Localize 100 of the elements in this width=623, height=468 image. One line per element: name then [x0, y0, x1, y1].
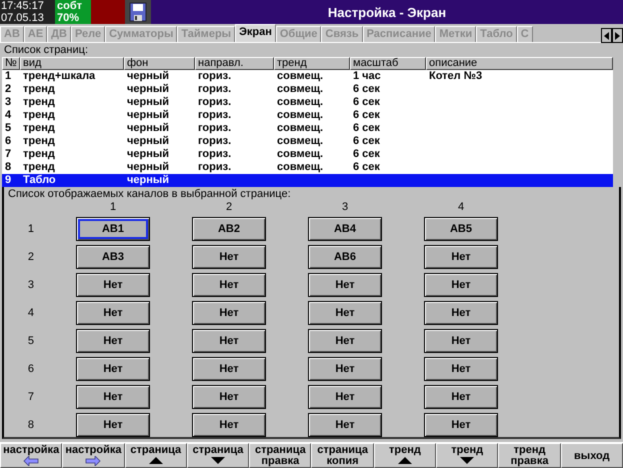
table-cell-text: гориз. — [197, 96, 232, 109]
channel-button[interactable]: Нет — [76, 357, 150, 381]
channel-button[interactable]: Нет — [308, 357, 382, 381]
table-cell-text: гориз. — [197, 122, 232, 135]
table-cell-text: гориз. — [197, 109, 232, 122]
channel-button[interactable]: Нет — [424, 245, 498, 269]
channel-button[interactable]: АВ5 — [424, 217, 498, 241]
triangle-down-icon — [211, 456, 226, 464]
row-number: 2 — [26, 251, 34, 263]
table-cell-text: совмещ. — [276, 161, 324, 174]
table-cell-text: 6 сек — [352, 148, 381, 161]
table-cell-text: гориз. — [197, 148, 232, 161]
column-header: описание — [426, 57, 613, 70]
channel-button[interactable]: Нет — [76, 385, 150, 409]
table-cell-text: 1 — [4, 70, 12, 83]
table-cell-text: гориз. — [197, 83, 232, 96]
channel-button[interactable]: Нет — [308, 329, 382, 353]
table-cell-text: 6 сек — [352, 161, 381, 174]
table-cell-text: черный — [126, 122, 170, 135]
function-key[interactable]: выход — [560, 443, 623, 468]
table-cell-text: 6 сек — [352, 109, 381, 122]
channel-button[interactable]: Нет — [76, 273, 150, 297]
table-cell-text: черный — [126, 135, 170, 148]
arrow-right-icon — [85, 456, 102, 466]
column-number: 4 — [456, 201, 466, 213]
column-number: 3 — [340, 201, 350, 213]
channel-button[interactable]: Нет — [424, 413, 498, 437]
table-cell-text: совмещ. — [276, 83, 324, 96]
channel-button[interactable]: Нет — [192, 245, 266, 269]
table-row[interactable]: 9 Табло черный — [2, 174, 613, 187]
function-key[interactable]: тренд — [374, 443, 436, 468]
table-cell-text: черный — [126, 70, 170, 83]
function-key[interactable]: тренд правка — [498, 443, 561, 468]
row-number: 7 — [26, 391, 34, 403]
table-cell-text: тренд — [22, 109, 56, 122]
row-number: 1 — [26, 223, 34, 235]
column-header: направл. — [195, 57, 274, 70]
row-number: 8 — [26, 419, 34, 431]
window-title: Настройка - Экран — [326, 4, 448, 22]
channel-button[interactable]: Нет — [308, 385, 382, 409]
table-cell-text: 6 — [4, 135, 12, 148]
table-cell-text: 6 сек — [352, 135, 381, 148]
function-key[interactable]: страница — [124, 443, 187, 468]
channel-button[interactable]: Нет — [192, 357, 266, 381]
scroll-left-icon[interactable] — [601, 28, 612, 43]
table-cell-text: 9 — [4, 174, 12, 187]
row-number: 3 — [26, 279, 34, 291]
channel-button[interactable]: Нет — [424, 385, 498, 409]
table-cell-text: черный — [126, 174, 170, 187]
channel-button[interactable]: Нет — [192, 385, 266, 409]
table-cell-text: Котел №3 — [428, 70, 484, 83]
channel-button[interactable]: Нет — [76, 301, 150, 325]
channel-button[interactable]: Нет — [424, 273, 498, 297]
table-cell-text: черный — [126, 161, 170, 174]
event-text: собт — [57, 0, 84, 12]
table-cell-text: тренд+шкала — [22, 70, 96, 83]
column-header: № — [2, 57, 20, 70]
function-key[interactable]: настройка — [0, 443, 62, 468]
scroll-right-icon[interactable] — [612, 28, 623, 43]
table-cell-text: гориз. — [197, 161, 232, 174]
tab[interactable]: Экран — [235, 24, 276, 42]
table-cell-text: гориз. — [197, 70, 232, 83]
table-cell-text: тренд — [22, 96, 56, 109]
channel-button[interactable]: Нет — [424, 301, 498, 325]
table-cell-text: гориз. — [197, 135, 232, 148]
channel-button[interactable]: Нет — [76, 329, 150, 353]
section-title: Список отображаемых каналов в выбранной странице: — [7, 187, 292, 201]
channel-button[interactable]: АВ2 — [192, 217, 266, 241]
function-key[interactable]: страница — [186, 443, 250, 468]
table-cell-text: черный — [126, 96, 170, 109]
table-cell-text: Табло — [22, 174, 57, 187]
table-cell-text: 1 час — [352, 70, 382, 83]
channel-button[interactable]: АВ4 — [308, 217, 382, 241]
channel-button[interactable]: Нет — [192, 301, 266, 325]
channel-button[interactable]: Нет — [308, 273, 382, 297]
arrow-left-icon — [23, 456, 40, 466]
channel-button[interactable]: Нет — [308, 301, 382, 325]
channel-button[interactable]: Нет — [308, 413, 382, 437]
table-cell-text: черный — [126, 109, 170, 122]
channel-button[interactable]: Нет — [76, 413, 150, 437]
channel-button[interactable]: Нет — [424, 357, 498, 381]
channel-button[interactable]: Нет — [192, 413, 266, 437]
channel-button[interactable]: АВ1 — [76, 217, 150, 241]
row-number: 5 — [26, 335, 34, 347]
channel-button[interactable]: Нет — [424, 329, 498, 353]
table-cell-text: тренд — [22, 83, 56, 96]
row-number: 6 — [26, 363, 34, 375]
function-key[interactable]: настройка — [62, 443, 125, 468]
channel-button[interactable]: АВ6 — [308, 245, 382, 269]
column-header: тренд — [274, 57, 350, 70]
table-cell-text: совмещ. — [276, 109, 324, 122]
channel-button[interactable]: Нет — [192, 273, 266, 297]
triangle-up-icon — [398, 456, 412, 464]
function-key[interactable]: тренд — [436, 443, 498, 468]
table-cell-text: 3 — [4, 96, 12, 109]
table-cell-text: 6 сек — [352, 83, 381, 96]
channel-button[interactable]: АВ3 — [76, 245, 150, 269]
channel-button[interactable]: Нет — [192, 329, 266, 353]
function-key[interactable]: страница правка — [249, 443, 312, 468]
function-key[interactable]: страница копия — [311, 443, 374, 468]
